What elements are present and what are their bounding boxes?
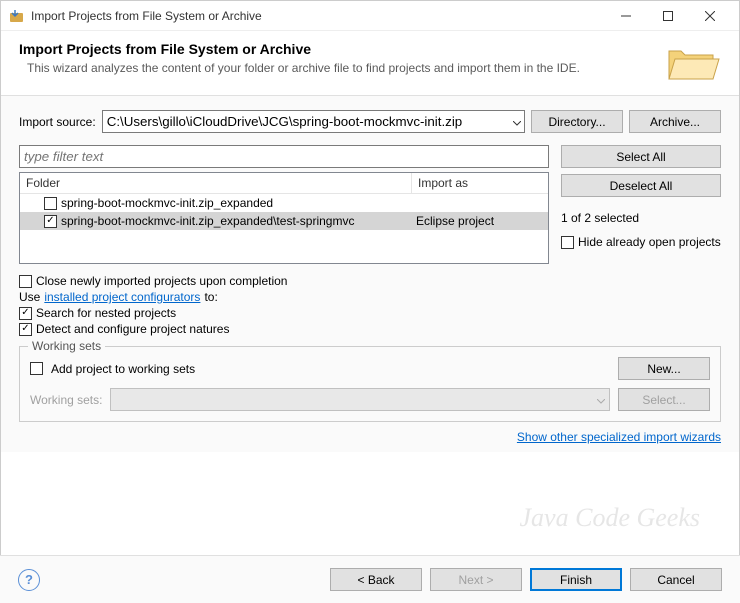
add-to-working-sets-label: Add project to working sets [51,362,195,376]
working-sets-combo-label: Working sets: [30,393,102,407]
options-group: Close newly imported projects upon compl… [19,274,721,336]
detect-natures-label: Detect and configure project natures [36,322,229,336]
folder-open-icon [665,41,721,83]
project-tree[interactable]: Folder Import as spring-boot-mockmvc-ini… [19,172,549,264]
titlebar: Import Projects from File System or Arch… [1,1,739,31]
new-working-set-button[interactable]: New... [618,357,710,380]
finish-button[interactable]: Finish [530,568,622,591]
import-source-input[interactable] [102,110,525,133]
use-suffix: to: [204,290,217,304]
search-nested-label: Search for nested projects [36,306,176,320]
deselect-all-button[interactable]: Deselect All [561,174,721,197]
help-icon[interactable]: ? [18,569,40,591]
table-row[interactable]: spring-boot-mockmvc-init.zip_expanded [20,194,548,212]
specialized-wizards-link[interactable]: Show other specialized import wizards [517,430,721,444]
detect-natures-checkbox[interactable] [19,323,32,336]
checkbox-icon[interactable] [44,197,57,210]
working-sets-combo [110,388,610,411]
select-all-button[interactable]: Select All [561,145,721,168]
watermark: Java Code Geeks [520,503,700,533]
window-title: Import Projects from File System or Arch… [31,9,605,23]
search-nested-checkbox[interactable] [19,307,32,320]
import-icon [9,8,25,24]
working-sets-group: Working sets Add project to working sets… [19,346,721,422]
chevron-down-icon [597,393,605,407]
import-source-label: Import source: [19,115,96,129]
next-button: Next > [430,568,522,591]
tree-header: Folder Import as [20,173,548,194]
configurators-link[interactable]: installed project configurators [44,290,200,304]
cancel-button[interactable]: Cancel [630,568,722,591]
use-prefix: Use [19,290,40,304]
table-row[interactable]: spring-boot-mockmvc-init.zip_expanded\te… [20,212,548,230]
close-on-complete-label: Close newly imported projects upon compl… [36,274,287,288]
minimize-button[interactable] [605,2,647,30]
footer: ? < Back Next > Finish Cancel [0,555,740,603]
checkbox-icon[interactable] [44,215,57,228]
hide-open-checkbox[interactable] [561,236,574,249]
hide-open-label: Hide already open projects [578,235,721,249]
working-sets-legend: Working sets [28,339,105,353]
selection-info: 1 of 2 selected [561,211,721,225]
select-working-set-button: Select... [618,388,710,411]
banner-description: This wizard analyzes the content of your… [19,61,655,75]
maximize-button[interactable] [647,2,689,30]
banner-title: Import Projects from File System or Arch… [19,41,655,57]
column-folder[interactable]: Folder [20,173,412,193]
close-on-complete-checkbox[interactable] [19,275,32,288]
close-button[interactable] [689,2,731,30]
folder-name: spring-boot-mockmvc-init.zip_expanded [61,196,273,210]
column-import-as[interactable]: Import as [412,173,548,193]
filter-input[interactable] [19,145,549,168]
directory-button[interactable]: Directory... [531,110,623,133]
back-button[interactable]: < Back [330,568,422,591]
banner: Import Projects from File System or Arch… [1,31,739,96]
add-to-working-sets-checkbox[interactable] [30,362,43,375]
archive-button[interactable]: Archive... [629,110,721,133]
content-area: Import source: Directory... Archive... F… [1,96,739,452]
import-as-value: Eclipse project [410,214,546,228]
folder-name: spring-boot-mockmvc-init.zip_expanded\te… [61,214,354,228]
